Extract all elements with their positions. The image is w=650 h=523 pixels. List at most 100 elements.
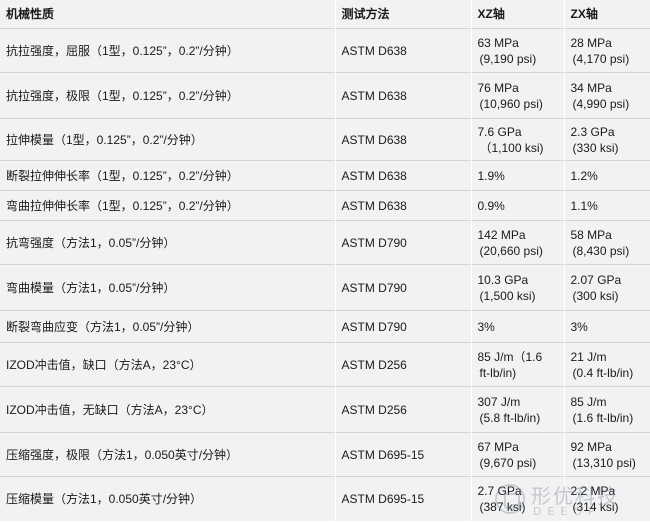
xz-sub: (10,960 psi) (479, 96, 543, 111)
header-zx-axis: ZX轴 (563, 0, 650, 29)
table-row: 抗拉强度，极限（1型，0.125”，0.2”/分钟） ASTM D638 76 … (0, 72, 650, 119)
table-row: IZOD冲击值，无缺口（方法A，23°C） ASTM D256 307 J/m(… (0, 386, 650, 433)
table-header: 机械性质 测试方法 XZ轴 ZX轴 (0, 0, 650, 29)
table-row: 抗弯强度（方法1，0.05”/分钟） ASTM D790 142 MPa (20,… (0, 220, 650, 265)
xz-sub: （1,100 ksi) (479, 140, 544, 155)
cell-property: 断裂弯曲应变（方法1，0.05”/分钟） (0, 310, 335, 343)
xz-sub: (9,190 psi) (479, 51, 537, 66)
cell-xz: 0.9% (470, 190, 564, 221)
xz-value: 2.7 GPa (477, 484, 522, 498)
table-body: 抗拉强度，屈服（1型，0.125”，0.2”/分钟） ASTM D638 63 … (0, 28, 650, 521)
header-row: 机械性质 测试方法 XZ轴 ZX轴 (0, 0, 650, 29)
cell-property: 断裂拉伸伸长率（1型，0.125”，0.2”/分钟） (0, 160, 335, 191)
cell-zx: 21 J/m (0.4 ft-lb/in) (563, 342, 650, 387)
zx-sub: (4,170 psi) (572, 51, 630, 66)
cell-property: 抗弯强度（方法1，0.05”/分钟） (0, 220, 335, 265)
cell-xz: 307 J/m (5.8 ft-lb/in) (470, 386, 564, 433)
cell-method: ASTM D638 (334, 28, 471, 73)
table-row: 断裂弯曲应变（方法1，0.05”/分钟） ASTM D790 3% 3% (0, 310, 650, 343)
cell-xz: 2.7 GPa (387 ksi) (470, 476, 564, 521)
xz-value: 0.9% (477, 198, 505, 213)
xz-sub: ft-lb/in) (479, 365, 517, 380)
table-row: 弯曲模量（方法1，0.05”/分钟） ASTM D790 10.3 GPa (1,… (0, 264, 650, 311)
cell-property: IZOD冲击值，无缺口（方法A，23°C） (0, 386, 335, 433)
cell-zx: 28 MPa (4,170 psi) (563, 28, 650, 73)
xz-value: 76 MPa (477, 80, 519, 95)
table-row: 拉伸模量（1型，0.125”，0.2”/分钟） ASTM D638 7.6 GP… (0, 118, 650, 161)
cell-property: 压缩模量（方法1，0.050英寸/分钟） (0, 476, 335, 521)
zx-sub: (13,310 psi) (572, 455, 636, 470)
xz-sub: (1,500 ksi) (479, 288, 536, 303)
zx-sub: (314 ksi) (572, 500, 619, 514)
zx-value: 85 J/m (570, 394, 607, 409)
cell-method: ASTM D256 (334, 386, 471, 433)
cell-property: 弯曲模量（方法1，0.05”/分钟） (0, 264, 335, 311)
cell-xz: 67 MPa (9,670 psi) (470, 432, 564, 477)
zx-value: 1.2% (570, 168, 598, 183)
zx-value: 58 MPa (570, 227, 612, 242)
cell-property: IZOD冲击值，缺口（方法A，23°C） (0, 342, 335, 387)
cell-xz: 85 J/m（1.6 ft-lb/in) (470, 342, 564, 387)
cell-xz: 1.9% (470, 160, 564, 191)
table-row: 抗拉强度，屈服（1型，0.125”，0.2”/分钟） ASTM D638 63 … (0, 28, 650, 73)
cell-zx: 3% (563, 310, 650, 343)
zx-value: 3% (570, 319, 588, 334)
cell-xz: 3% (470, 310, 564, 343)
xz-sub: (5.8 ft-lb/in) (479, 410, 541, 425)
header-test-method: 测试方法 (334, 0, 471, 29)
cell-zx: 58 MPa (8,430 psi) (563, 220, 650, 265)
zx-sub: (330 ksi) (572, 140, 619, 155)
zx-value: 21 J/m (570, 349, 607, 364)
xz-sub: (387 ksi) (479, 500, 526, 514)
header-property: 机械性质 (0, 0, 335, 29)
table-row: IZOD冲击值，缺口（方法A，23°C） ASTM D256 85 J/m（1.… (0, 342, 650, 387)
table-row: 断裂拉伸伸长率（1型，0.125”，0.2”/分钟） ASTM D638 1.9… (0, 160, 650, 191)
cell-method: ASTM D638 (334, 118, 471, 161)
xz-value: 67 MPa (477, 439, 519, 454)
cell-zx: 2.3 GPa (330 ksi) (563, 118, 650, 161)
cell-xz: 142 MPa (20,660 psi) (470, 220, 564, 265)
table-row: 弯曲拉伸伸长率（1型，0.125”，0.2”/分钟） ASTM D638 0.9… (0, 190, 650, 221)
header-xz-axis: XZ轴 (470, 0, 564, 29)
cell-xz: 63 MPa (9,190 psi) (470, 28, 564, 73)
cell-method: ASTM D256 (334, 342, 471, 387)
cell-zx: 85 J/m (1.6 ft-lb/in) (563, 386, 650, 433)
cell-method: ASTM D695-15 (334, 476, 471, 521)
xz-value: 7.6 GPa (477, 124, 522, 139)
table-row: 压缩强度，极限（方法1，0.050英寸/分钟） ASTM D695-15 67 … (0, 432, 650, 477)
xz-value: 10.3 GPa (477, 272, 529, 287)
zx-sub: (4,990 psi) (572, 96, 630, 111)
xz-sub: (9,670 psi) (479, 455, 537, 470)
cell-xz: 76 MPa (10,960 psi) (470, 72, 564, 119)
cell-method: ASTM D695-15 (334, 432, 471, 477)
zx-value: 2.2 MPa (570, 484, 616, 498)
xz-sub: (20,660 psi) (479, 243, 543, 258)
cell-property: 压缩强度，极限（方法1，0.050英寸/分钟） (0, 432, 335, 477)
cell-method: ASTM D638 (334, 72, 471, 119)
zx-sub: (8,430 psi) (572, 243, 630, 258)
mechanical-properties-table: 机械性质 测试方法 XZ轴 ZX轴 抗拉强度，屈服（1型，0.125”，0.2”… (0, 0, 650, 521)
cell-property: 抗拉强度，屈服（1型，0.125”，0.2”/分钟） (0, 28, 335, 73)
zx-sub: (1.6 ft-lb/in) (572, 410, 634, 425)
xz-value: 63 MPa (477, 35, 519, 50)
cell-zx: 2.2 MPa (314 ksi) (563, 476, 650, 521)
cell-zx: 1.2% (563, 160, 650, 191)
cell-property: 弯曲拉伸伸长率（1型，0.125”，0.2”/分钟） (0, 190, 335, 221)
cell-method: ASTM D790 (334, 310, 471, 343)
zx-value: 34 MPa (570, 80, 612, 95)
xz-value: 307 J/m (477, 394, 521, 409)
xz-value: 142 MPa (477, 227, 526, 242)
cell-zx: 2.07 GPa (300 ksi) (563, 264, 650, 311)
zx-sub: (0.4 ft-lb/in) (572, 365, 634, 380)
table-row: 压缩模量（方法1，0.050英寸/分钟） ASTM D695-15 2.7 GP… (0, 476, 650, 521)
xz-value: 3% (477, 319, 495, 334)
xz-value: 1.9% (477, 168, 505, 183)
zx-value: 2.07 GPa (570, 272, 622, 287)
cell-method: ASTM D638 (334, 190, 471, 221)
zx-sub: (300 ksi) (572, 288, 619, 303)
cell-method: ASTM D790 (334, 220, 471, 265)
cell-property: 拉伸模量（1型，0.125”，0.2”/分钟） (0, 118, 335, 161)
cell-xz: 10.3 GPa (1,500 ksi) (470, 264, 564, 311)
cell-zx: 1.1% (563, 190, 650, 221)
zx-value: 92 MPa (570, 439, 612, 454)
